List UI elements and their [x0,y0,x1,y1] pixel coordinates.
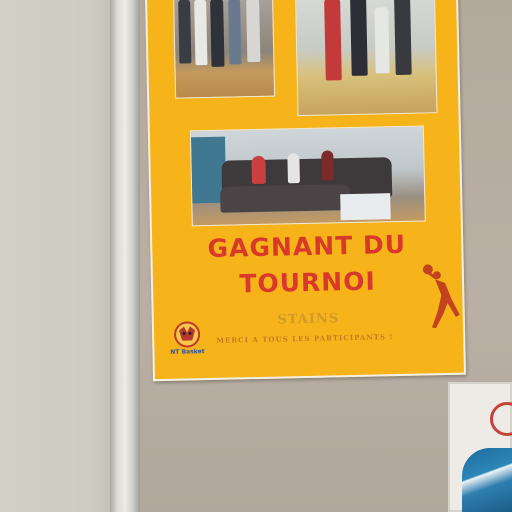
team-photo-group [189,125,426,227]
trophy-banner [340,193,391,221]
team-photo-top-left [173,0,276,99]
tournament-poster: GAGNANT DU TOURNOI STAINS NT Basket MERC… [145,0,467,382]
poster-title-line2: TOURNOI [239,266,377,299]
team-logo-icon: NT Basket [168,320,207,361]
team-photo-top-right [295,0,438,117]
team-logo-text: NT Basket [170,348,205,356]
sign-circle-icon [490,402,512,436]
wall [0,0,112,512]
poster-title-line1: GAGNANT DU [207,229,407,264]
sign-figure [462,448,512,512]
thanks-message: MERCI A TOUS LES PARTICIPANTS ! [216,332,394,345]
door-frame [110,0,140,512]
